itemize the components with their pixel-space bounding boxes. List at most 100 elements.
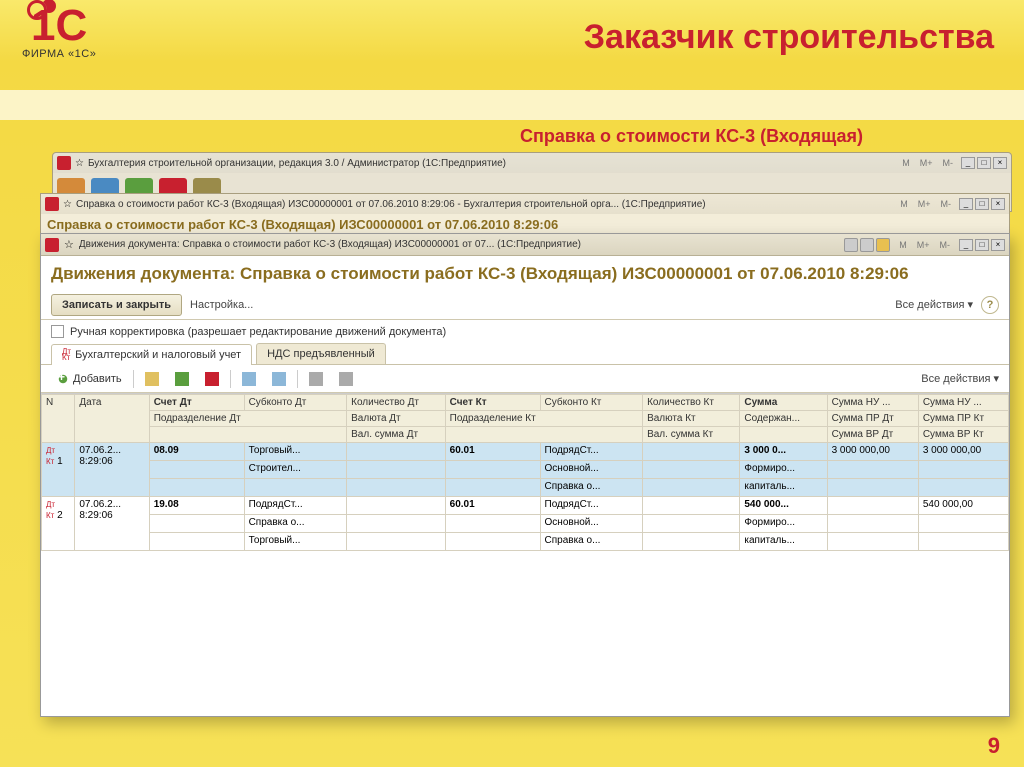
col-sum-vr-dt[interactable]: Сумма ВР Дт	[827, 427, 918, 443]
cell-sub-dt: Торговый...	[244, 443, 347, 461]
grid[interactable]: N Дата Счет Дт Субконто Дт Количество Дт…	[41, 393, 1009, 693]
refresh-button[interactable]	[334, 370, 358, 388]
refresh-icon	[339, 372, 353, 386]
tabs: ДтКт Бухгалтерский и налоговый учет НДС …	[41, 343, 1009, 365]
header-row-2: Подразделение Дт Валюта Дт Подразделение…	[42, 411, 1009, 427]
toolbar-icon[interactable]	[860, 238, 874, 252]
close-button[interactable]: ×	[993, 157, 1007, 169]
cell-sub-kt: ПодрядСт...	[540, 443, 643, 461]
dt-kt-icon: ДтКт	[62, 349, 71, 360]
delete-button[interactable]	[200, 370, 224, 388]
minimize-button[interactable]: _	[961, 157, 975, 169]
all-actions-menu[interactable]: Все действия ▾	[895, 298, 973, 311]
mem-m[interactable]: M	[896, 199, 912, 209]
movements-window: ☆ Движения документа: Справка о стоимост…	[40, 233, 1010, 717]
manual-edit-checkbox[interactable]	[51, 325, 64, 338]
cell-sub-kt: Основной...	[540, 461, 643, 479]
col-podr-kt[interactable]: Подразделение Кт	[445, 411, 642, 427]
col-schet-dt[interactable]: Счет Дт	[149, 395, 244, 411]
help-button[interactable]: ?	[981, 296, 999, 314]
copy-button[interactable]	[140, 370, 164, 388]
col-n[interactable]: N	[42, 395, 75, 443]
maximize-button[interactable]: □	[975, 239, 989, 251]
mem-mminus[interactable]: M-	[939, 158, 958, 168]
mem-mminus[interactable]: M-	[937, 199, 956, 209]
table-row[interactable]: ДтКт 1 07.06.2...8:29:06 08.09 Торговый.…	[42, 443, 1009, 461]
star-icon[interactable]: ☆	[63, 199, 72, 210]
col-val-dt[interactable]: Валюта Дт	[347, 411, 446, 427]
col-kol-dt[interactable]: Количество Дт	[347, 395, 446, 411]
col-date[interactable]: Дата	[75, 395, 149, 443]
col-sum-nu-dt[interactable]: Сумма НУ ...	[827, 395, 918, 411]
mem-mminus[interactable]: M-	[936, 240, 955, 250]
close-button[interactable]: ×	[991, 239, 1005, 251]
header-row-3: Вал. сумма Дт Вал. сумма Кт Сумма ВР Дт …	[42, 427, 1009, 443]
settings-link[interactable]: Настройка...	[190, 299, 253, 311]
tab-vat[interactable]: НДС предъявленный	[256, 343, 386, 364]
col-sum-vr-kt[interactable]: Сумма ВР Кт	[918, 427, 1008, 443]
more-button[interactable]	[304, 370, 328, 388]
window-title: Движения документа: Справка о стоимости …	[79, 239, 839, 250]
toolbar-icon[interactable]	[844, 238, 858, 252]
mem-m[interactable]: M	[898, 158, 914, 168]
move-up-button[interactable]	[237, 370, 261, 388]
add-label: Добавить	[73, 373, 122, 385]
cell-nu-dt	[827, 497, 918, 515]
cell-schet-kt: 60.01	[445, 443, 540, 461]
mem-m[interactable]: M	[895, 240, 911, 250]
x-icon	[205, 372, 219, 386]
col-content[interactable]: Содержан...	[740, 411, 827, 427]
star-icon[interactable]: ☆	[64, 238, 74, 251]
col-subkonto-kt[interactable]: Субконто Кт	[540, 395, 643, 411]
minimize-button[interactable]: _	[959, 239, 973, 251]
table-row[interactable]: ДтКт 2 07.06.2...8:29:06 19.08 ПодрядСт.…	[42, 497, 1009, 515]
close-button[interactable]: ×	[991, 198, 1005, 210]
col-schet-kt[interactable]: Счет Кт	[445, 395, 540, 411]
calculator-icon[interactable]	[876, 238, 890, 252]
all-actions-label: Все действия	[895, 299, 964, 311]
col-kol-kt[interactable]: Количество Кт	[643, 395, 740, 411]
move-down-button[interactable]	[267, 370, 291, 388]
minimize-button[interactable]: _	[959, 198, 973, 210]
col-val-kt[interactable]: Валюта Кт	[643, 411, 740, 427]
add-button[interactable]: Добавить	[51, 370, 127, 388]
maximize-button[interactable]: □	[977, 157, 991, 169]
cell-sub-kt: Справка о...	[540, 479, 643, 497]
table-row[interactable]: Строител... Основной... Формиро...	[42, 461, 1009, 479]
col-podr-dt[interactable]: Подразделение Дт	[149, 411, 346, 427]
mem-mplus[interactable]: M+	[914, 199, 935, 209]
cell-n: ДтКт 1	[42, 443, 75, 497]
manual-edit-row: Ручная корректировка (разрешает редактир…	[41, 320, 1009, 343]
table-row[interactable]: Справка о... Основной... Формиро...	[42, 515, 1009, 533]
command-bar: Записать и закрыть Настройка... Все дейс…	[41, 290, 1009, 320]
col-valsum-dt[interactable]: Вал. сумма Дт	[347, 427, 446, 443]
edit-button[interactable]	[170, 370, 194, 388]
cell-sub-dt: Торговый...	[244, 533, 347, 551]
col-valsum-kt[interactable]: Вал. сумма Кт	[643, 427, 740, 443]
plus-icon	[56, 372, 70, 386]
table-row[interactable]: Торговый... Справка о... капиталь...	[42, 533, 1009, 551]
mem-mplus[interactable]: M+	[916, 158, 937, 168]
cell-sub-dt: Строител...	[244, 461, 347, 479]
table-row[interactable]: Справка о... капиталь...	[42, 479, 1009, 497]
cell-sub-dt	[244, 479, 347, 497]
app-titlebar: ☆ Бухгалтерия строительной организации, …	[53, 153, 1011, 173]
mem-mplus[interactable]: M+	[913, 240, 934, 250]
maximize-button[interactable]: □	[975, 198, 989, 210]
header-row-1: N Дата Счет Дт Субконто Дт Количество Дт…	[42, 395, 1009, 411]
star-icon[interactable]: ☆	[75, 158, 84, 169]
app-icon	[45, 197, 59, 211]
document-title: Справка о стоимости работ КС-3 (Входящая…	[41, 214, 1009, 234]
grid-all-actions[interactable]: Все действия ▾	[921, 372, 999, 385]
save-and-close-button[interactable]: Записать и закрыть	[51, 294, 182, 316]
col-sum-nu-kt[interactable]: Сумма НУ ...	[918, 395, 1008, 411]
col-sum-pr-kt[interactable]: Сумма ПР Кт	[918, 411, 1008, 427]
tab-accounting[interactable]: ДтКт Бухгалтерский и налоговый учет	[51, 344, 252, 365]
col-subkonto-dt[interactable]: Субконто Дт	[244, 395, 347, 411]
cell-sub-kt: Основной...	[540, 515, 643, 533]
window-titlebar: ☆ Движения документа: Справка о стоимост…	[41, 234, 1009, 256]
col-sum-pr-dt[interactable]: Сумма ПР Дт	[827, 411, 918, 427]
col-sum[interactable]: Сумма	[740, 395, 827, 411]
cell-schet-dt: 19.08	[149, 497, 244, 515]
slide-title: Заказчик строительства	[584, 18, 994, 57]
